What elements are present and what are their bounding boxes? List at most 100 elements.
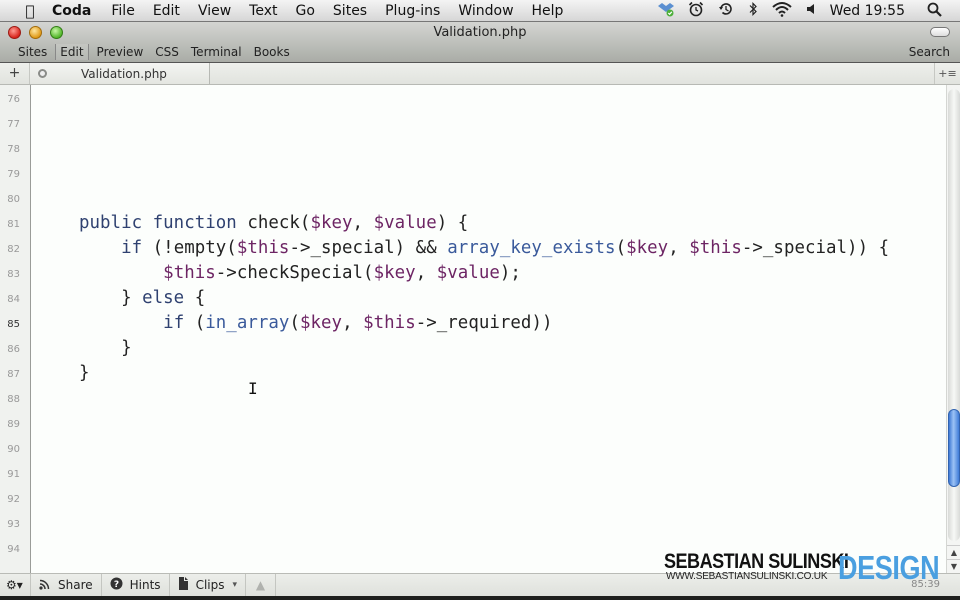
menu-app-coda[interactable]: Coda	[52, 3, 91, 19]
wifi-icon[interactable]	[772, 1, 792, 21]
scroll-down-arrow-icon[interactable]: ▼	[947, 559, 960, 573]
code-token-variable: $key	[373, 263, 416, 283]
line-number: 91	[7, 469, 20, 480]
spotlight-search-icon[interactable]	[927, 2, 942, 21]
tab-css[interactable]: CSS	[151, 44, 183, 60]
code-line[interactable]: public function check($key, $value) {	[79, 213, 468, 233]
code-token-text: ,	[342, 313, 364, 333]
tab-overflow-menu-button[interactable]: +≡	[934, 63, 960, 84]
code-token-text: ->checkSpecial(	[215, 263, 374, 283]
code-token-keyword: public function	[79, 213, 248, 233]
menu-help[interactable]: Help	[532, 3, 564, 19]
toolbar-toggle-button[interactable]	[930, 27, 950, 37]
settings-menu-button[interactable]: ⚙▾	[0, 573, 31, 597]
scroll-up-arrow-icon[interactable]: ▲	[947, 545, 960, 559]
code-line[interactable]: }	[79, 363, 90, 383]
clips-button[interactable]: Clips ▾	[170, 573, 247, 597]
code-token-variable: $key	[299, 313, 343, 333]
code-line[interactable]: }	[79, 338, 132, 358]
menu-plug-ins[interactable]: Plug-ins	[385, 3, 440, 19]
tab-sites[interactable]: Sites	[14, 44, 51, 60]
code-token-text: (	[184, 313, 206, 333]
code-token-text: check(	[247, 213, 311, 233]
code-line[interactable]: $this->checkSpecial($key, $value);	[79, 263, 521, 283]
watermark-logo: SEBASTIAN SULINSKI WWW.SEBASTIANSULINSKI…	[664, 549, 940, 586]
code-line[interactable]: } else {	[79, 288, 205, 308]
hints-button[interactable]: ? Hints	[102, 573, 170, 597]
line-number: 89	[7, 419, 20, 430]
menu-text[interactable]: Text	[249, 3, 277, 19]
scroll-thumb[interactable]	[948, 408, 960, 487]
code-token-text: ,	[352, 213, 374, 233]
share-button[interactable]: Share	[31, 573, 102, 597]
code-token-text: ,	[415, 263, 437, 283]
warnings-button[interactable]: ▲	[246, 573, 277, 597]
code-token-function: array_key_exists	[447, 238, 616, 258]
code-token-text: (!empty(	[142, 238, 237, 258]
search-button[interactable]: Search	[909, 45, 950, 59]
warning-triangle-icon: ▲	[255, 578, 266, 592]
line-number: 86	[7, 344, 20, 355]
menu-bar:  Coda File Edit View Text Go Sites Plug…	[0, 0, 960, 22]
code-token-variable: $this	[163, 263, 216, 283]
tab-preview[interactable]: Preview	[93, 44, 148, 60]
tab-close-icon[interactable]	[38, 69, 47, 78]
screen-bottom-edge	[0, 596, 960, 600]
watermark-url: WWW.SEBASTIANSULINSKI.CO.UK	[666, 571, 828, 582]
menu-edit[interactable]: Edit	[153, 3, 180, 19]
code-editor[interactable]: 76 77 78 79 80 81 82 83 84 85 86 87 88 89 90 91 92 93 94 p…	[0, 85, 946, 573]
code-token-text: {	[184, 288, 206, 308]
code-line[interactable]: if (!empty($this->_special) && array_key…	[79, 238, 889, 258]
tab-edit[interactable]: Edit	[55, 44, 89, 60]
alarm-clock-icon[interactable]	[688, 1, 704, 21]
new-tab-button[interactable]: +	[0, 63, 30, 84]
time-machine-icon[interactable]	[718, 1, 734, 21]
svg-text:?: ?	[114, 580, 119, 590]
code-token-text: }	[79, 288, 143, 308]
menu-sites[interactable]: Sites	[333, 3, 367, 19]
menubar-clock[interactable]: Wed 19:55	[830, 3, 905, 19]
code-token-text: (	[615, 238, 627, 258]
line-number: 79	[7, 169, 20, 180]
line-number: 87	[7, 369, 20, 380]
volume-icon[interactable]	[806, 1, 816, 21]
code-token-text: ) {	[436, 213, 469, 233]
menu-window[interactable]: Window	[458, 3, 513, 19]
code-token-variable: $key	[626, 238, 669, 258]
hints-label: Hints	[129, 578, 161, 592]
code-token-text: }	[79, 363, 90, 383]
line-number-gutter: 76 77 78 79 80 81 82 83 84 85 86 87 88 89 90 91 92 93 94	[0, 85, 31, 573]
code-line[interactable]: if (in_array($key, $this->_required))	[79, 313, 552, 333]
code-token-text: (	[289, 313, 300, 333]
vertical-scrollbar[interactable]: ▲ ▼	[946, 85, 960, 573]
dropbox-icon[interactable]	[657, 1, 674, 21]
file-tab-validation[interactable]: Validation.php	[30, 63, 210, 84]
apple-menu-icon[interactable]: 	[20, 2, 40, 20]
watermark-design: DESIGN	[838, 549, 940, 586]
code-token-variable: $value	[436, 263, 500, 283]
menu-file[interactable]: File	[111, 3, 134, 19]
code-token-keyword: if	[121, 238, 143, 258]
line-number: 80	[7, 194, 20, 205]
menu-view[interactable]: View	[198, 3, 231, 19]
line-number: 85	[7, 319, 20, 330]
menu-go[interactable]: Go	[296, 3, 315, 19]
line-number: 76	[7, 94, 20, 105]
line-number: 83	[7, 269, 20, 280]
clips-document-icon	[178, 577, 189, 593]
gear-icon: ⚙▾	[6, 578, 23, 592]
tab-terminal[interactable]: Terminal	[187, 44, 246, 60]
bluetooth-icon[interactable]	[748, 1, 758, 21]
line-number: 94	[7, 544, 20, 555]
code-token-text: ->_special) &&	[289, 238, 448, 258]
line-number: 84	[7, 294, 20, 305]
tab-books[interactable]: Books	[250, 44, 294, 60]
code-token-text: }	[79, 338, 132, 358]
code-token-keyword: else	[142, 288, 185, 308]
line-number: 88	[7, 394, 20, 405]
share-broadcast-icon	[39, 578, 51, 593]
line-number: 93	[7, 519, 20, 530]
